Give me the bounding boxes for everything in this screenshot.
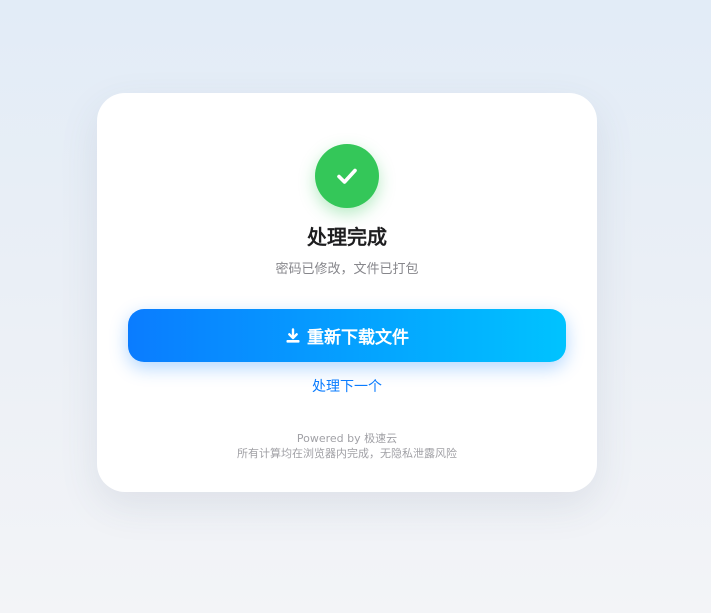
redownload-button[interactable]: 重新下载文件 [128, 309, 566, 362]
redownload-button-label: 重新下载文件 [307, 328, 409, 348]
process-next-link[interactable]: 处理下一个 [312, 379, 382, 395]
process-next-link-row: 处理下一个 [97, 377, 597, 397]
result-title: 处理完成 [307, 225, 387, 249]
checkmark-icon [337, 168, 357, 184]
card-footer: Powered by 极速云 所有计算均在浏览器内完成，无隐私泄露风险 [97, 431, 597, 461]
result-card: 处理完成 密码已修改，文件已打包 重新下载文件 处理下一个 Powered by… [97, 93, 597, 492]
powered-by-text: Powered by 极速云 [296, 432, 398, 445]
download-icon [286, 327, 300, 343]
result-subtitle: 密码已修改，文件已打包 [275, 262, 419, 277]
privacy-note: 所有计算均在浏览器内完成，无隐私泄露风险 [237, 447, 457, 460]
success-badge [315, 144, 379, 208]
